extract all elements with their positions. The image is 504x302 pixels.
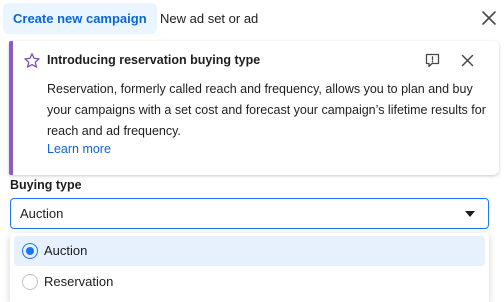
radio-auction[interactable] — [22, 243, 38, 259]
notice-accent-bar — [9, 41, 13, 175]
buying-type-selected-value: Auction — [20, 206, 64, 221]
tab-bar: Create new campaign New ad set or ad — [0, 0, 504, 37]
learn-more-link[interactable]: Learn more — [47, 142, 111, 156]
option-reservation[interactable]: Reservation — [14, 267, 485, 297]
feedback-icon[interactable] — [424, 52, 441, 69]
option-auction[interactable]: Auction — [14, 236, 485, 266]
notice-body: Reservation, formerly called reach and f… — [47, 82, 486, 138]
tab-new-ad-set-or-ad[interactable]: New ad set or ad — [150, 3, 268, 34]
caret-down-icon — [465, 211, 475, 217]
close-icon[interactable] — [480, 9, 498, 27]
notice-close-icon[interactable] — [460, 53, 475, 68]
buying-type-label: Buying type — [10, 178, 82, 192]
buying-type-select[interactable]: Auction — [10, 198, 489, 229]
tab-create-new-campaign[interactable]: Create new campaign — [3, 3, 157, 34]
buying-type-dropdown: Auction Reservation — [10, 233, 489, 302]
notice-title: Introducing reservation buying type — [47, 53, 261, 67]
option-label: Reservation — [44, 274, 114, 289]
option-label: Auction — [44, 243, 88, 258]
radio-reservation[interactable] — [22, 274, 38, 290]
star-icon — [24, 53, 40, 68]
reservation-notice: Introducing reservation buying type Rese… — [9, 41, 499, 175]
